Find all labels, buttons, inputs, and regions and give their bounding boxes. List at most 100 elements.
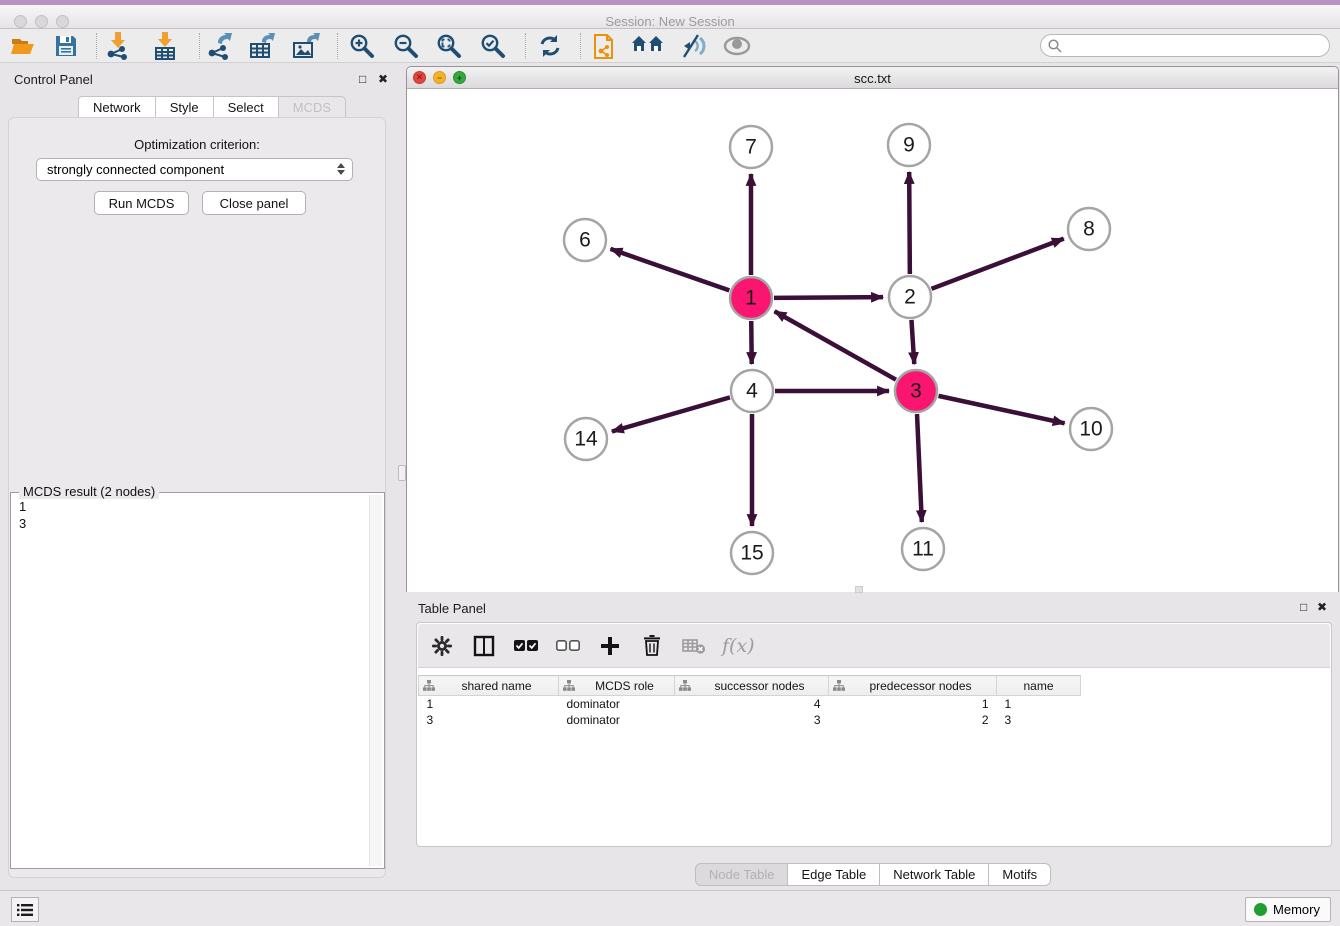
export-table-button[interactable] bbox=[245, 32, 279, 60]
table-row[interactable]: 3dominator323 bbox=[419, 712, 1081, 728]
delete-table-icon[interactable] bbox=[680, 632, 708, 660]
add-row-icon[interactable] bbox=[596, 632, 624, 660]
tab-select[interactable]: Select bbox=[214, 96, 279, 118]
import-network-button[interactable] bbox=[101, 32, 135, 60]
tab-edge-table[interactable]: Edge Table bbox=[788, 863, 880, 886]
node-table-panel: f(x) shared name MCDS role successor nod… bbox=[416, 622, 1332, 847]
tab-mcds[interactable]: MCDS bbox=[279, 96, 346, 118]
tab-node-table[interactable]: Node Table bbox=[695, 863, 789, 886]
close-panel-icon[interactable]: ✖ bbox=[378, 73, 388, 85]
export-network-button[interactable] bbox=[202, 32, 236, 60]
graph-edge-4-14[interactable] bbox=[612, 397, 730, 431]
save-session-button[interactable] bbox=[49, 32, 83, 60]
table-cell[interactable]: 1 bbox=[419, 696, 559, 712]
column-header-predecessor-nodes[interactable]: predecessor nodes bbox=[829, 676, 997, 696]
show-column-icon[interactable] bbox=[470, 632, 498, 660]
export-image-button[interactable] bbox=[289, 32, 323, 60]
table-settings-icon[interactable] bbox=[428, 632, 456, 660]
tab-motifs[interactable]: Motifs bbox=[989, 863, 1051, 886]
function-builder-icon[interactable]: f(x) bbox=[722, 635, 755, 657]
tab-network[interactable]: Network bbox=[78, 96, 156, 118]
optimization-criterion-label: Optimization criterion: bbox=[0, 137, 394, 152]
task-history-button[interactable] bbox=[11, 897, 39, 922]
graph-edge-3-11[interactable] bbox=[917, 414, 922, 522]
table-row[interactable]: 1dominator411 bbox=[419, 696, 1081, 712]
column-header-successor-nodes[interactable]: successor nodes bbox=[675, 676, 829, 696]
tab-style[interactable]: Style bbox=[156, 96, 214, 118]
search-box[interactable] bbox=[1040, 34, 1330, 57]
open-session-button[interactable] bbox=[6, 32, 40, 60]
memory-label: Memory bbox=[1273, 902, 1320, 917]
close-panel-button[interactable]: Close panel bbox=[202, 191, 306, 215]
table-cell[interactable]: 2 bbox=[829, 712, 997, 728]
column-header-shared-name[interactable]: shared name bbox=[419, 676, 559, 696]
graph-node-label-8: 8 bbox=[1083, 218, 1095, 241]
toolbar-separator bbox=[580, 33, 581, 59]
criterion-value: strongly connected component bbox=[47, 162, 224, 177]
status-bar: Memory bbox=[0, 890, 1340, 926]
float-table-panel-icon[interactable]: □ bbox=[1300, 601, 1307, 613]
refresh-layout-button[interactable] bbox=[533, 32, 567, 60]
tab-network-table[interactable]: Network Table bbox=[880, 863, 989, 886]
graph-node-label-9: 9 bbox=[903, 134, 915, 157]
column-header-mcds-role[interactable]: MCDS role bbox=[559, 676, 675, 696]
zoom-fit-button[interactable] bbox=[432, 32, 466, 60]
splitter-grip[interactable] bbox=[398, 465, 406, 481]
table-cell[interactable]: dominator bbox=[559, 696, 675, 712]
column-header-name[interactable]: name bbox=[997, 676, 1081, 696]
main-toolbar bbox=[0, 29, 1340, 63]
network-window-title: scc.txt bbox=[407, 71, 1338, 86]
control-panel-title: Control Panel bbox=[14, 72, 93, 87]
node-table-header[interactable]: shared name MCDS role successor nodes pr… bbox=[419, 676, 1081, 696]
network-window-titlebar[interactable]: ✕ − + scc.txt bbox=[407, 67, 1338, 89]
toolbar-separator bbox=[525, 33, 526, 59]
table-cell[interactable]: 3 bbox=[997, 712, 1081, 728]
zoom-out-button[interactable] bbox=[389, 32, 423, 60]
graph-node-label-14: 14 bbox=[574, 428, 598, 451]
mcds-result-title: MCDS result (2 nodes) bbox=[19, 484, 159, 499]
delete-row-icon[interactable] bbox=[638, 632, 666, 660]
graph-node-label-15: 15 bbox=[740, 542, 763, 565]
toolbar-separator bbox=[337, 33, 338, 59]
table-cell[interactable]: 3 bbox=[675, 712, 829, 728]
zoom-in-button[interactable] bbox=[345, 32, 379, 60]
toolbar-separator bbox=[199, 33, 200, 59]
memory-button[interactable]: Memory bbox=[1245, 897, 1331, 922]
network-view-window: ✕ − + scc.txt 7968124314101511 bbox=[406, 66, 1339, 592]
table-cell[interactable]: 4 bbox=[675, 696, 829, 712]
table-cell[interactable]: 1 bbox=[829, 696, 997, 712]
optimization-criterion-select[interactable]: strongly connected component bbox=[36, 158, 353, 181]
node-table[interactable]: shared name MCDS role successor nodes pr… bbox=[418, 675, 1081, 728]
show-graphics-details-icon[interactable] bbox=[720, 32, 754, 60]
table-cell[interactable]: dominator bbox=[559, 712, 675, 728]
graph-edge-3-1[interactable] bbox=[775, 311, 896, 379]
unselect-all-icon[interactable] bbox=[554, 632, 582, 660]
graph-edge-2-3[interactable] bbox=[911, 320, 914, 364]
result-scrollbar[interactable] bbox=[369, 495, 382, 866]
table-cell[interactable]: 1 bbox=[997, 696, 1081, 712]
graph-edge-3-10[interactable] bbox=[938, 396, 1064, 423]
canvas-resize-grip[interactable] bbox=[855, 586, 863, 593]
list-icon bbox=[17, 903, 33, 917]
close-table-panel-icon[interactable]: ✖ bbox=[1317, 601, 1327, 613]
select-all-icon[interactable] bbox=[512, 632, 540, 660]
table-cell[interactable]: 3 bbox=[419, 712, 559, 728]
network-graph[interactable]: 7968124314101511 bbox=[407, 89, 1338, 592]
float-panel-icon[interactable]: □ bbox=[359, 73, 366, 85]
home-button[interactable] bbox=[631, 32, 665, 60]
search-input[interactable] bbox=[1067, 39, 1329, 53]
import-table-button[interactable] bbox=[148, 32, 182, 60]
zoom-selected-button[interactable] bbox=[476, 32, 510, 60]
hide-graphics-details-icon[interactable] bbox=[675, 32, 709, 60]
app-titlebar: Session: New Session bbox=[0, 5, 1340, 29]
run-mcds-button[interactable]: Run MCDS bbox=[94, 191, 189, 215]
control-panel-tabs: Network Style Select MCDS bbox=[78, 96, 346, 118]
graph-edge-2-9[interactable] bbox=[909, 172, 910, 274]
network-canvas[interactable]: 7968124314101511 bbox=[407, 89, 1338, 592]
network-from-file-button[interactable] bbox=[588, 32, 622, 60]
graph-edge-2-8[interactable] bbox=[932, 239, 1064, 289]
mcds-result-box: MCDS result (2 nodes) 1 3 bbox=[10, 492, 385, 869]
graph-edge-1-6[interactable] bbox=[610, 249, 729, 291]
graph-edge-1-2[interactable] bbox=[774, 297, 883, 298]
mcds-result-text: 1 3 bbox=[19, 498, 26, 532]
